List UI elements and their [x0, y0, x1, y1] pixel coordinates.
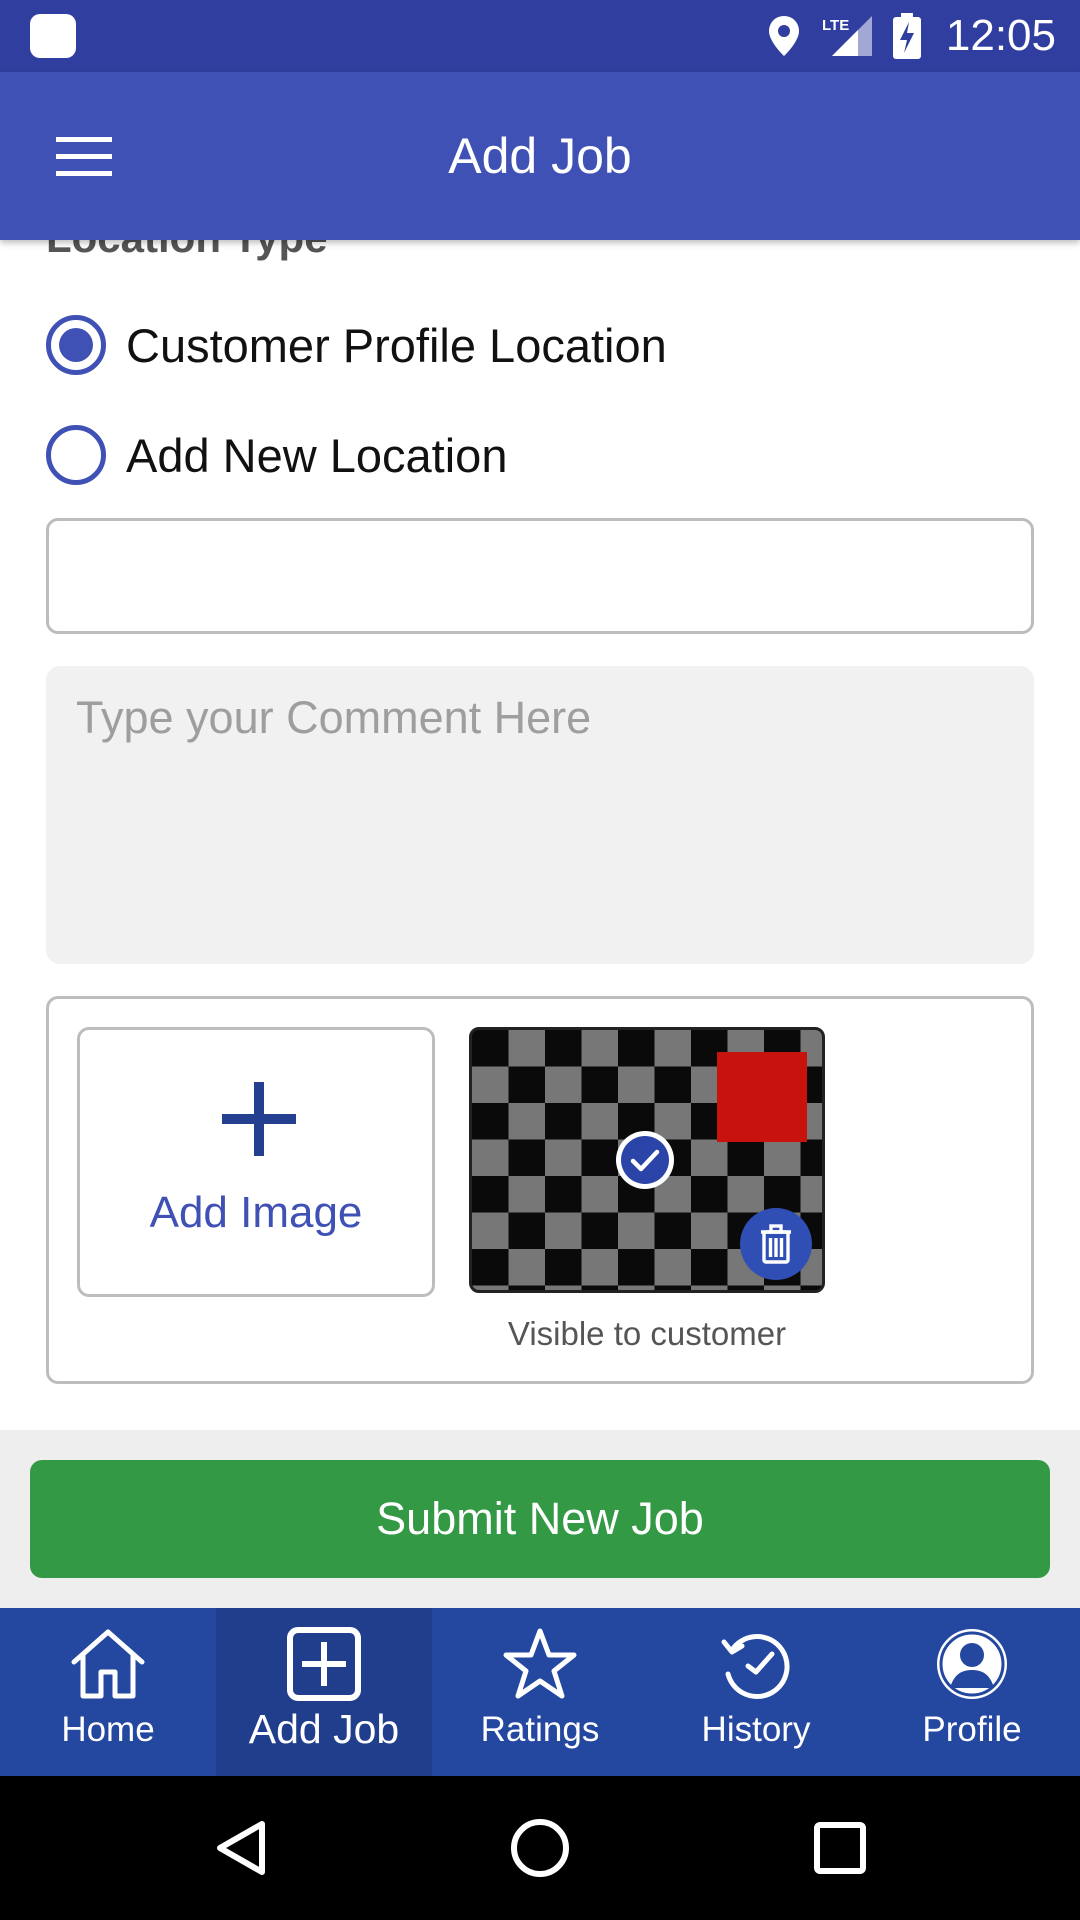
home-circle-icon — [511, 1819, 569, 1877]
nav-label: Profile — [922, 1710, 1022, 1749]
form-content[interactable]: Location Type Customer Profile Location … — [0, 240, 1080, 1430]
system-navigation-bar — [0, 1776, 1080, 1920]
nav-item-ratings[interactable]: Ratings — [432, 1608, 648, 1776]
nav-item-home[interactable]: Home — [0, 1608, 216, 1776]
menu-button[interactable] — [40, 122, 128, 192]
comment-placeholder: Type your Comment Here — [76, 692, 592, 743]
nav-label: Home — [61, 1710, 155, 1749]
location-icon — [768, 16, 799, 56]
system-home-button[interactable] — [500, 1808, 580, 1888]
add-square-icon — [287, 1627, 361, 1701]
trash-icon — [761, 1224, 791, 1264]
notification-app-icon — [30, 14, 76, 58]
submit-area: Submit New Job — [0, 1430, 1080, 1608]
radio-customer-profile-location[interactable]: Customer Profile Location — [46, 310, 667, 380]
plus-icon — [222, 1082, 296, 1156]
add-image-label: Add Image — [149, 1188, 363, 1237]
system-recents-button[interactable] — [800, 1808, 880, 1888]
add-image-button[interactable]: Add Image — [77, 1027, 435, 1297]
page-title: Add Job — [448, 128, 632, 184]
back-triangle-icon — [217, 1821, 265, 1875]
star-icon — [503, 1628, 577, 1699]
submit-button-label: Submit New Job — [376, 1493, 704, 1544]
nav-item-add-job[interactable]: Add Job — [216, 1608, 432, 1776]
profile-icon — [937, 1629, 1007, 1699]
radio-add-new-location[interactable]: Add New Location — [46, 420, 507, 490]
nav-item-profile[interactable]: Profile — [864, 1608, 1080, 1776]
lte-signal-icon: LTE — [822, 16, 872, 56]
home-icon — [71, 1629, 145, 1699]
app-bar: Add Job — [0, 72, 1080, 240]
battery-charging-icon — [892, 13, 921, 59]
nav-label: Add Job — [248, 1706, 400, 1752]
status-bar: LTE 12:05 — [0, 0, 1080, 72]
history-icon — [721, 1634, 790, 1699]
network-type-label: LTE — [822, 17, 849, 34]
thumbnail-caption: Visible to customer — [507, 1315, 787, 1352]
nav-label: Ratings — [480, 1710, 600, 1749]
nav-label: History — [701, 1710, 811, 1749]
radio-button-unselected[interactable] — [46, 425, 106, 485]
submit-new-job-button[interactable]: Submit New Job — [30, 1460, 1050, 1578]
visible-check-icon[interactable] — [614, 1129, 676, 1191]
radio-label: Customer Profile Location — [126, 318, 667, 372]
location-input[interactable] — [46, 518, 1034, 634]
image-panel: Add Image Visible to customer — [46, 996, 1034, 1384]
hamburger-menu-icon — [56, 137, 112, 176]
delete-image-button[interactable] — [739, 1207, 813, 1281]
radio-dot — [59, 328, 93, 362]
system-back-button[interactable] — [200, 1808, 280, 1888]
radio-label: Add New Location — [126, 428, 508, 482]
bottom-navigation: Home Add Job Ratings History Profile — [0, 1608, 1080, 1776]
comment-textarea[interactable]: Type your Comment Here — [46, 666, 1034, 964]
recents-square-icon — [814, 1822, 866, 1874]
status-indicators: LTE 12:05 — [766, 0, 1056, 72]
location-type-label: Location Type — [46, 240, 328, 262]
status-time: 12:05 — [945, 11, 1056, 60]
nav-item-history[interactable]: History — [648, 1608, 864, 1776]
radio-button-selected[interactable] — [46, 315, 106, 375]
